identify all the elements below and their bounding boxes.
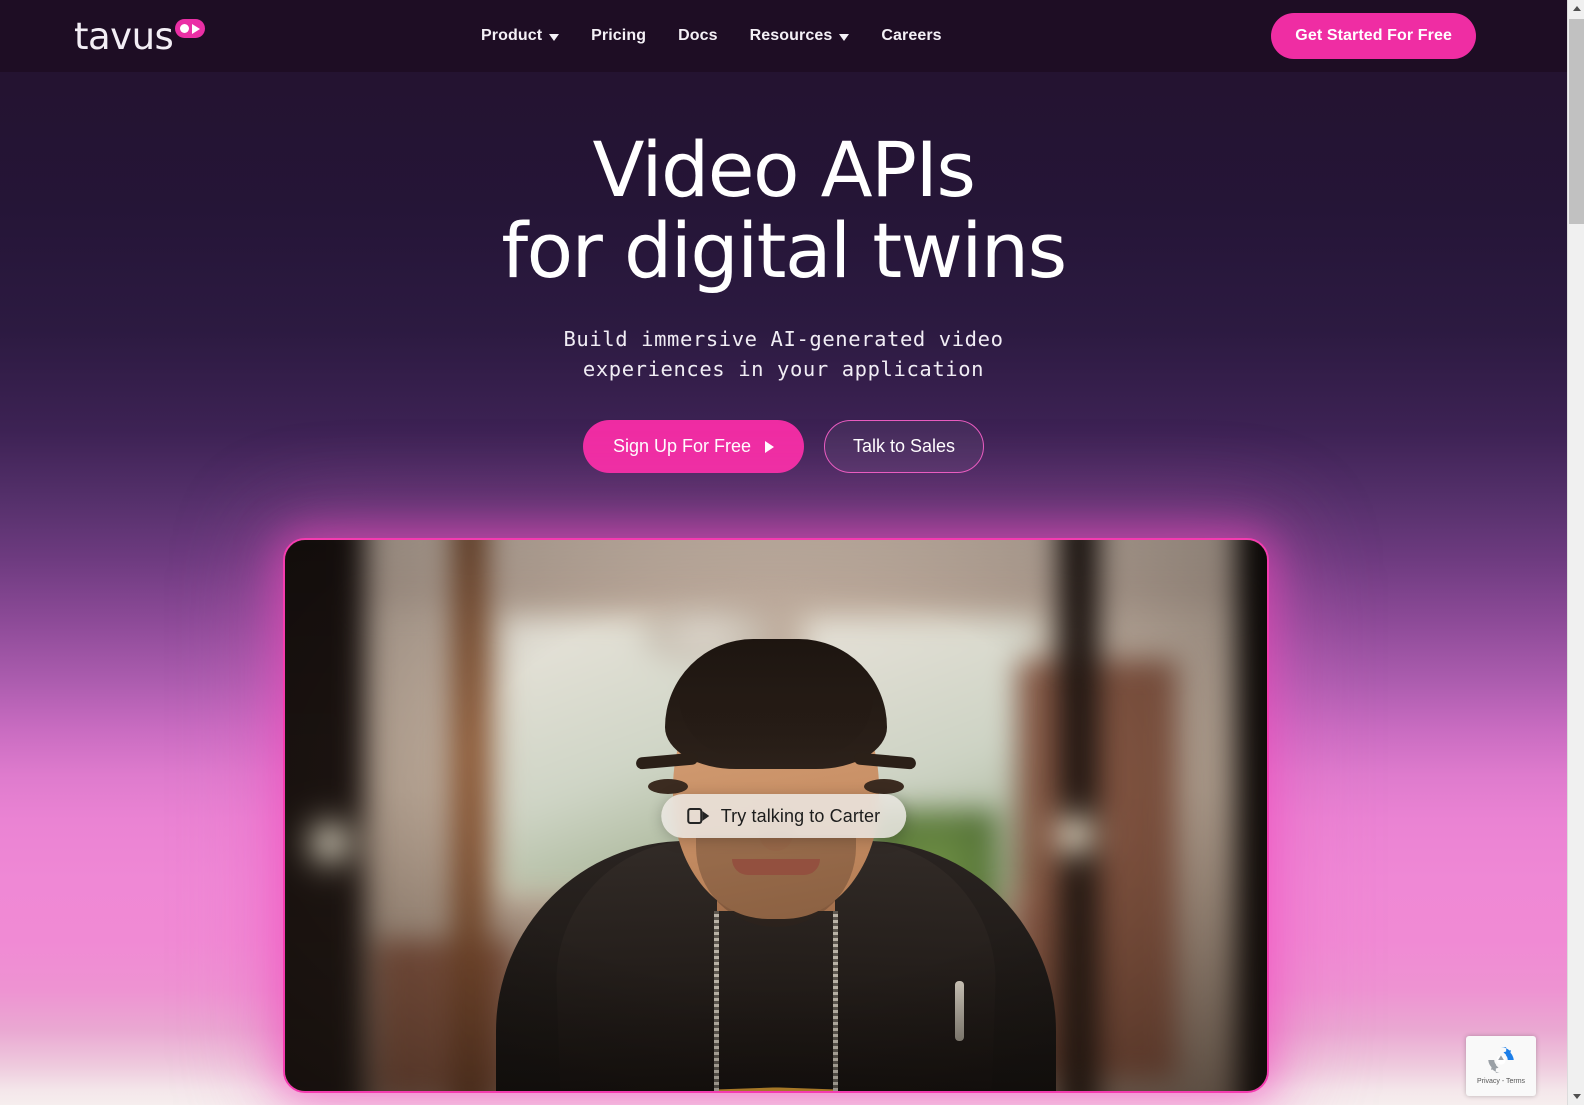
badge-dot-icon <box>180 24 190 33</box>
nav-label-pricing: Pricing <box>591 27 647 44</box>
nav-item-product[interactable]: Product <box>481 0 575 72</box>
get-started-button[interactable]: Get Started For Free <box>1271 13 1476 59</box>
badge-play-icon <box>192 23 201 34</box>
nav-item-pricing[interactable]: Pricing <box>575 0 662 72</box>
recaptcha-badge[interactable]: Privacy - Terms <box>1466 1036 1536 1096</box>
site-header: tavus Product Pricing Docs Resources Car… <box>0 0 1567 72</box>
scrollbar-thumb[interactable] <box>1569 19 1584 224</box>
play-badge-icon <box>175 19 206 38</box>
nav-label-docs: Docs <box>678 27 718 44</box>
nav-label-careers: Careers <box>881 27 942 44</box>
chevron-down-icon <box>839 33 850 41</box>
arrow-down-icon <box>1572 1094 1581 1099</box>
hero-subtitle: Build immersive AI-generated video exper… <box>0 324 1567 384</box>
recaptcha-terms-label: Privacy - Terms <box>1476 1078 1526 1085</box>
main-navigation: Product Pricing Docs Resources Careers <box>481 0 958 72</box>
hero-subtitle-line-2: experiences in your application <box>582 357 985 381</box>
sign-up-label: Sign Up For Free <box>612 436 751 456</box>
nav-item-careers[interactable]: Careers <box>865 0 957 72</box>
scroll-down-button[interactable] <box>1568 1088 1584 1105</box>
vertical-scrollbar[interactable] <box>1567 0 1584 1105</box>
tavus-logo[interactable]: tavus <box>74 15 206 58</box>
arrow-up-icon <box>1572 6 1581 11</box>
chevron-down-icon <box>549 33 560 41</box>
hero-cta-group: Sign Up For Free Talk to Sales <box>0 420 1567 473</box>
talk-to-sales-label: Talk to Sales <box>853 436 956 456</box>
scroll-up-button[interactable] <box>1568 0 1584 17</box>
nav-label-resources: Resources <box>749 27 833 44</box>
page-background: tavus Product Pricing Docs Resources Car… <box>0 0 1567 1105</box>
try-talking-to-carter-button[interactable]: Try talking to Carter <box>660 794 907 838</box>
camera-lens <box>701 811 709 821</box>
hero-section: Video APIs for digital twins Build immer… <box>0 72 1567 473</box>
play-arrow-icon <box>765 440 774 453</box>
camera-body <box>686 808 702 824</box>
recaptcha-icon <box>1484 1043 1518 1077</box>
video-camera-icon <box>686 808 709 824</box>
hero-title-line-2: for digital twins <box>501 206 1067 295</box>
logo-wordmark: tavus <box>74 15 174 58</box>
hero-subtitle-line-1: Build immersive AI-generated video <box>563 327 1004 351</box>
hero-title-line-1: Video APIs <box>592 125 976 214</box>
talk-to-sales-button[interactable]: Talk to Sales <box>824 420 985 473</box>
nav-label-product: Product <box>481 27 543 44</box>
sign-up-for-free-button[interactable]: Sign Up For Free <box>582 420 804 473</box>
page-title: Video APIs for digital twins <box>0 129 1567 291</box>
nav-item-docs[interactable]: Docs <box>662 0 734 72</box>
nav-item-resources[interactable]: Resources <box>734 0 866 72</box>
try-talking-label: Try talking to Carter <box>720 805 881 826</box>
